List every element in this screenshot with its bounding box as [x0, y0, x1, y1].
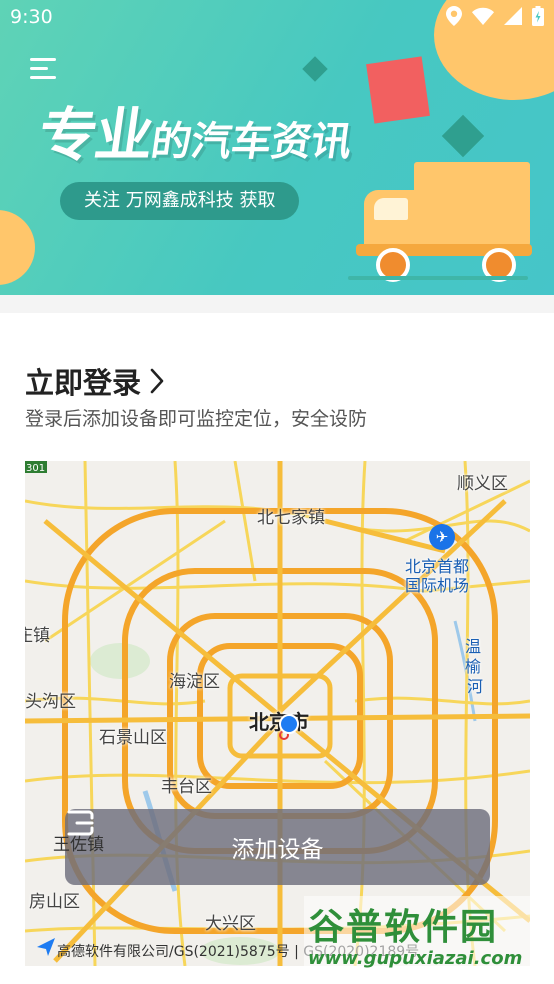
map-label: 丰台区 [161, 777, 212, 797]
banner-headline: 专业的汽车资讯 [35, 88, 355, 172]
location-icon [446, 6, 462, 26]
promo-banner[interactable]: 9:30 专业的汽车资讯 关注 万网鑫成科技 获取 [0, 0, 554, 295]
add-device-label: 添加设备 [231, 837, 324, 863]
decor-circle-bottom-left [0, 210, 35, 285]
map-label: 石景山区 [99, 728, 167, 748]
route-shield-label: 301 [26, 463, 45, 474]
banner-pill: 关注 万网鑫成科技 获取 [60, 182, 300, 220]
watermark-url: www.gupuxiazai.com [308, 948, 523, 969]
map-label: 头沟区 [25, 692, 76, 712]
map-label: 大兴区 [205, 914, 256, 934]
status-bar: 9:30 [0, 0, 554, 36]
wifi-icon [472, 7, 494, 25]
status-time: 9:30 [10, 6, 53, 28]
current-location-dot [279, 714, 299, 734]
watermark: 谷普软件园 www.gupuxiazai.com [304, 896, 554, 980]
login-subtitle: 登录后添加设备即可监控定位，安全设防 [25, 408, 368, 430]
login-link[interactable]: 立即登录 [25, 360, 165, 402]
map-label: 海淀区 [169, 672, 220, 692]
map-label: 王佐镇 [53, 835, 104, 855]
map-label: 王庄镇 [25, 626, 50, 646]
decor-red-square [366, 56, 430, 124]
headline-big: 专业 [34, 101, 157, 169]
add-device-button[interactable]: 添加设备 [65, 809, 490, 885]
decor-diamond [302, 56, 328, 82]
watermark-title: 谷普软件园 [308, 907, 499, 948]
map-label: 国际机场 [405, 576, 470, 595]
map-label: 房山区 [29, 892, 80, 912]
navigation-arrow-icon[interactable] [35, 936, 57, 958]
map-label: 顺义区 [457, 474, 508, 494]
login-title: 立即登录 [25, 366, 142, 400]
decor-diamond [441, 114, 485, 158]
map-view[interactable]: 301 顺义区 北七家镇 ✈ 北京首都 国际机场 温 榆 河 王庄镇 头沟区 海… [25, 461, 530, 966]
map-label: 北七家镇 [257, 508, 325, 528]
headline-small: 的汽车资讯 [148, 119, 355, 165]
airport-icon: ✈ [429, 524, 455, 550]
chevron-right-icon [150, 368, 164, 394]
signal-icon [504, 7, 522, 25]
menu-icon[interactable] [30, 58, 56, 82]
map-label: 河 [467, 677, 484, 696]
battery-icon [532, 6, 544, 26]
